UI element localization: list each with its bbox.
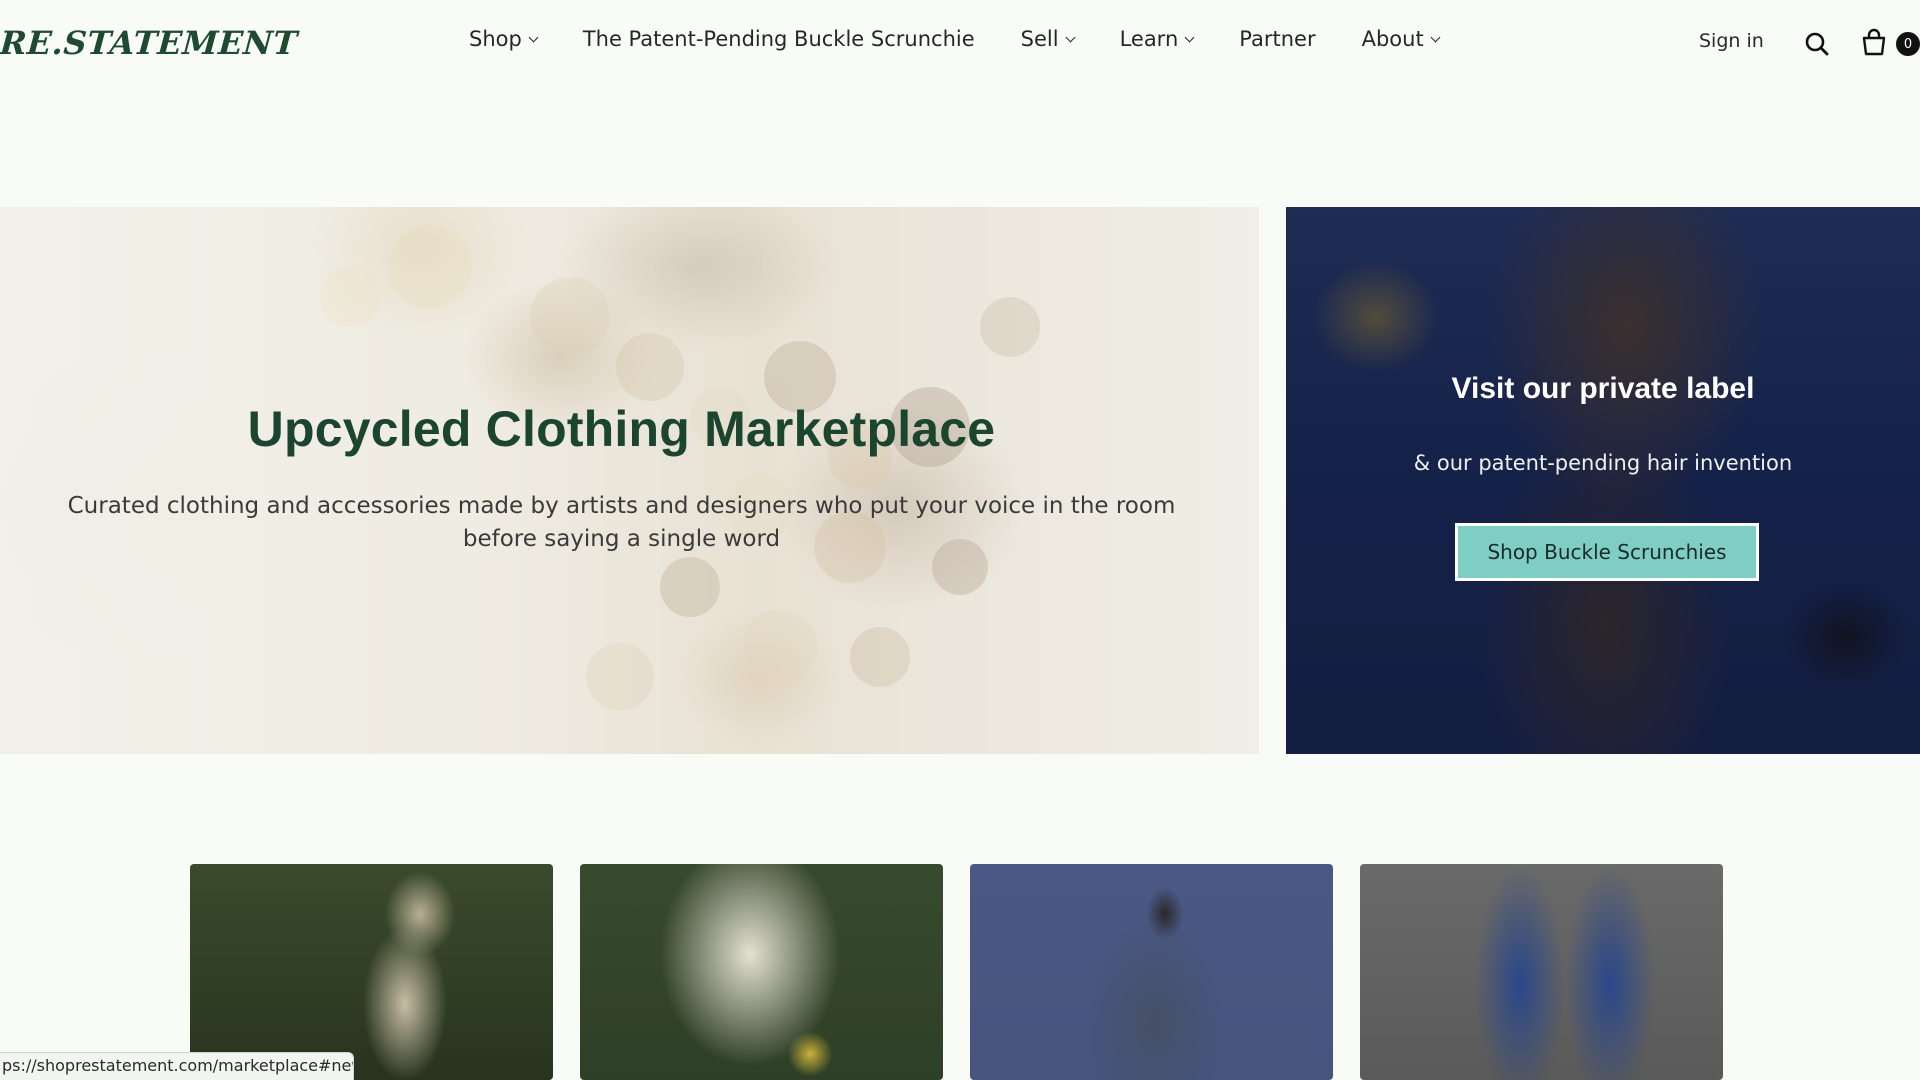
nav-item-learn[interactable]: Learn bbox=[1119, 27, 1195, 51]
private-label-title: Visit our private label bbox=[1451, 372, 1755, 405]
nav-item-label: Sell bbox=[1020, 27, 1059, 51]
nav-item-label: About bbox=[1361, 27, 1424, 51]
cart-button[interactable]: 0 bbox=[1860, 27, 1920, 59]
browser-status-bar: ps://shoprestatement.com/marketplace#new bbox=[0, 1052, 354, 1080]
nav-item-buckle-scrunchie[interactable]: The Patent-Pending Buckle Scrunchie bbox=[583, 27, 975, 51]
product-card[interactable] bbox=[970, 864, 1333, 1080]
search-button[interactable] bbox=[1804, 31, 1830, 57]
sign-in-link[interactable]: Sign in bbox=[1699, 30, 1764, 52]
nav-item-label: The Patent-Pending Buckle Scrunchie bbox=[582, 27, 975, 51]
search-icon bbox=[1805, 32, 1829, 56]
product-card[interactable] bbox=[580, 864, 943, 1080]
cart-count-badge: 0 bbox=[1896, 32, 1920, 56]
shopping-bag-icon bbox=[1862, 28, 1886, 56]
main-nav: Shop The Patent-Pending Buckle Scrunchie… bbox=[469, 27, 1485, 51]
hero-overlay bbox=[0, 207, 1259, 754]
shop-buckle-scrunchies-button[interactable]: Shop Buckle Scrunchies bbox=[1455, 523, 1759, 581]
chevron-down-icon bbox=[1065, 32, 1076, 43]
private-label-banner: Visit our private label & our patent-pen… bbox=[1286, 207, 1920, 754]
site-header: RE.STATEMENT Shop The Patent-Pending Buc… bbox=[0, 0, 1920, 86]
nav-item-label: Shop bbox=[469, 27, 522, 51]
logo[interactable]: RE.STATEMENT bbox=[0, 24, 299, 62]
private-label-subtitle: & our patent-pending hair invention bbox=[1413, 451, 1793, 475]
nav-item-label: Partner bbox=[1239, 27, 1316, 51]
nav-item-label: Learn bbox=[1119, 27, 1179, 51]
chevron-down-icon bbox=[528, 32, 539, 43]
nav-item-sell[interactable]: Sell bbox=[1020, 27, 1076, 51]
product-card[interactable] bbox=[190, 864, 553, 1080]
hero-subtitle: Curated clothing and accessories made by… bbox=[67, 493, 1176, 552]
hero-marketplace-banner[interactable]: Upcycled Clothing Marketplace Curated cl… bbox=[0, 207, 1259, 754]
product-card[interactable] bbox=[1360, 864, 1723, 1080]
nav-item-partner[interactable]: Partner bbox=[1239, 27, 1315, 51]
chevron-down-icon bbox=[1430, 32, 1441, 43]
nav-item-shop[interactable]: Shop bbox=[469, 27, 539, 51]
nav-item-about[interactable]: About bbox=[1361, 27, 1441, 51]
banner-overlay bbox=[1286, 207, 1920, 754]
chevron-down-icon bbox=[1184, 32, 1195, 43]
hero-title: Upcycled Clothing Marketplace bbox=[247, 401, 996, 457]
